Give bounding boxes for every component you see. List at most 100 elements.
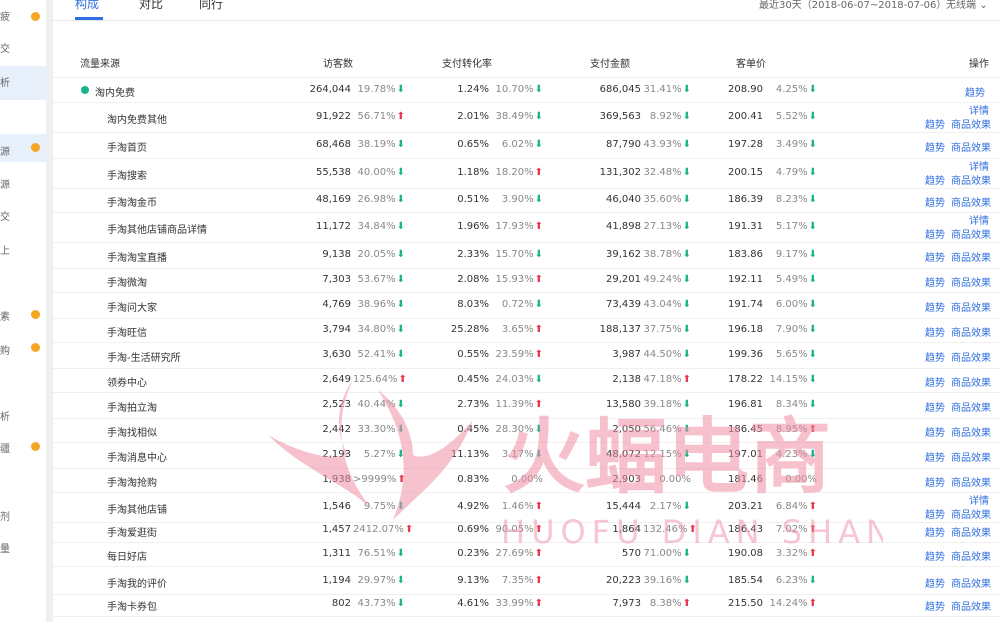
trend-link[interactable]: 趋势 — [925, 449, 945, 464]
tab-peers[interactable]: 同行 — [199, 0, 223, 12]
unit-price-change-text: 3.49% — [775, 139, 808, 150]
nav-item-3[interactable]: 源 — [0, 143, 10, 158]
trend-link[interactable]: 趋势 — [925, 424, 945, 439]
arrow-up-icon: ⬆ — [682, 374, 691, 385]
trend-link[interactable]: 趋势 — [925, 575, 945, 590]
nav-item-10[interactable]: 疆 — [0, 440, 10, 455]
nav-item-11[interactable]: 剂 — [0, 508, 10, 523]
table-row: 淘内免费 264,044 19.78%⬇ 1.24% 10.70%⬇ 686,045 31.… — [53, 78, 1000, 103]
tab-composition[interactable]: 构成 — [75, 0, 99, 12]
trend-link[interactable]: 趋势 — [925, 139, 945, 154]
nav-item-8[interactable]: 购 — [0, 342, 10, 357]
trend-link[interactable]: 趋势 — [925, 194, 945, 209]
product-effect-link[interactable]: 商品效果 — [951, 139, 991, 154]
unit-price-change: 14.15%⬇ — [765, 374, 817, 385]
visitors-change-text: 76.51% — [357, 548, 396, 559]
product-effect-link[interactable]: 商品效果 — [951, 116, 991, 131]
nav-item-7[interactable]: 素 — [0, 308, 10, 323]
trend-link[interactable]: 趋势 — [925, 374, 945, 389]
detail-link[interactable]: 详情 — [969, 212, 989, 227]
visitors-change: 2412.07%⬆ — [353, 524, 413, 535]
table-row: 手淘爱逛街 1,457 2412.07%⬆ 0.69% 90.05%⬆ 1,864 132.… — [53, 518, 1000, 543]
nav-item-9[interactable]: 析 — [0, 408, 10, 423]
conversion-value: 0.55% — [457, 349, 489, 360]
visitors-change: 26.98%⬇ — [353, 194, 405, 205]
product-effect-link[interactable]: 商品效果 — [951, 524, 991, 539]
visitors-change: 56.71%⬆ — [353, 111, 405, 122]
unit-price-change-text: 6.84% — [775, 501, 808, 512]
visitors-change: 34.80%⬇ — [353, 324, 405, 335]
device-selector[interactable]: 无线端 ⌄ — [946, 0, 988, 11]
unit-price-change: 6.84%⬆ — [765, 501, 817, 512]
product-effect-link[interactable]: 商品效果 — [951, 274, 991, 289]
amount-change: 39.16%⬇ — [643, 575, 691, 586]
arrow-down-icon: ⬇ — [808, 399, 817, 410]
col-conversion[interactable]: 支付转化率 — [442, 55, 492, 70]
trend-link[interactable]: 趋势 — [925, 548, 945, 563]
unit-price-change-text: 4.79% — [775, 167, 808, 178]
product-effect-link[interactable]: 商品效果 — [951, 399, 991, 414]
visitors-change-text: >9999% — [353, 474, 397, 485]
nav-item-1[interactable]: 交 — [0, 40, 10, 55]
arrow-up-icon: ⬆ — [404, 524, 414, 535]
product-effect-link[interactable]: 商品效果 — [951, 172, 991, 187]
trend-link[interactable]: 趋势 — [925, 474, 945, 489]
arrow-down-icon: ⬇ — [396, 84, 405, 95]
product-effect-link[interactable]: 商品效果 — [951, 424, 991, 439]
conversion-change-text: 3.90% — [501, 194, 534, 205]
product-effect-link[interactable]: 商品效果 — [951, 324, 991, 339]
trend-link[interactable]: 趋势 — [965, 84, 985, 99]
product-effect-link[interactable]: 商品效果 — [951, 374, 991, 389]
trend-link[interactable]: 趋势 — [925, 226, 945, 241]
col-unit-price[interactable]: 客单价 — [736, 55, 766, 70]
product-effect-link[interactable]: 商品效果 — [951, 226, 991, 241]
trend-link[interactable]: 趋势 — [925, 524, 945, 539]
nav-item-12[interactable]: 量 — [0, 540, 10, 555]
nav-item-4[interactable]: 源 — [0, 176, 10, 191]
unit-price-change: 4.23%⬇ — [765, 449, 817, 460]
unit-price-change-text: 4.23% — [775, 449, 808, 460]
product-effect-link[interactable]: 商品效果 — [951, 548, 991, 563]
conversion-change: 7.35%⬆ — [491, 575, 543, 586]
product-effect-link[interactable]: 商品效果 — [951, 249, 991, 264]
trend-link[interactable]: 趋势 — [925, 299, 945, 314]
product-effect-link[interactable]: 商品效果 — [951, 598, 991, 613]
amount-change-text: 132.46% — [643, 524, 688, 535]
trend-link[interactable]: 趋势 — [925, 274, 945, 289]
product-effect-link[interactable]: 商品效果 — [951, 575, 991, 590]
amount-change: 71.00%⬇ — [643, 548, 691, 559]
nav-item-0[interactable]: 疲 — [0, 8, 10, 23]
trend-link[interactable]: 趋势 — [925, 249, 945, 264]
col-visitors[interactable]: 访客数 — [323, 55, 353, 70]
trend-link[interactable]: 趋势 — [925, 324, 945, 339]
nav-item-5[interactable]: 交 — [0, 208, 10, 223]
product-effect-link[interactable]: 商品效果 — [951, 449, 991, 464]
visitors-change: 125.64%⬆ — [353, 374, 407, 385]
nav-item-2[interactable]: 析 — [0, 74, 10, 89]
product-effect-link[interactable]: 商品效果 — [951, 349, 991, 364]
product-effect-link[interactable]: 商品效果 — [951, 194, 991, 209]
amount-change-text: 49.24% — [643, 274, 682, 285]
trend-link[interactable]: 趋势 — [925, 598, 945, 613]
trend-link[interactable]: 趋势 — [925, 399, 945, 414]
tab-compare[interactable]: 对比 — [139, 0, 163, 12]
trend-link[interactable]: 趋势 — [925, 172, 945, 187]
visitors-change: >9999%⬆ — [353, 474, 406, 485]
col-amount[interactable]: 支付金额 — [590, 55, 630, 70]
unit-price-change: 4.25%⬇ — [765, 84, 817, 95]
unit-price-change-text: 4.25% — [775, 84, 808, 95]
detail-link[interactable]: 详情 — [969, 102, 989, 117]
product-effect-link[interactable]: 商品效果 — [951, 299, 991, 314]
nav-item-6[interactable]: 上 — [0, 242, 10, 257]
unit-price-value: 197.01 — [728, 449, 763, 460]
trend-link[interactable]: 趋势 — [925, 116, 945, 131]
visitors-value: 9,138 — [322, 249, 351, 260]
product-effect-link[interactable]: 商品效果 — [951, 474, 991, 489]
detail-link[interactable]: 详情 — [969, 492, 989, 507]
detail-link[interactable]: 详情 — [969, 158, 989, 173]
trend-link[interactable]: 趋势 — [925, 349, 945, 364]
amount-value: 686,045 — [599, 84, 641, 95]
date-range-selector[interactable]: 最近30天（2018-06-07~2018-07-06） — [759, 0, 946, 11]
amount-value: 570 — [621, 548, 641, 559]
col-source: 流量来源 — [80, 59, 120, 70]
